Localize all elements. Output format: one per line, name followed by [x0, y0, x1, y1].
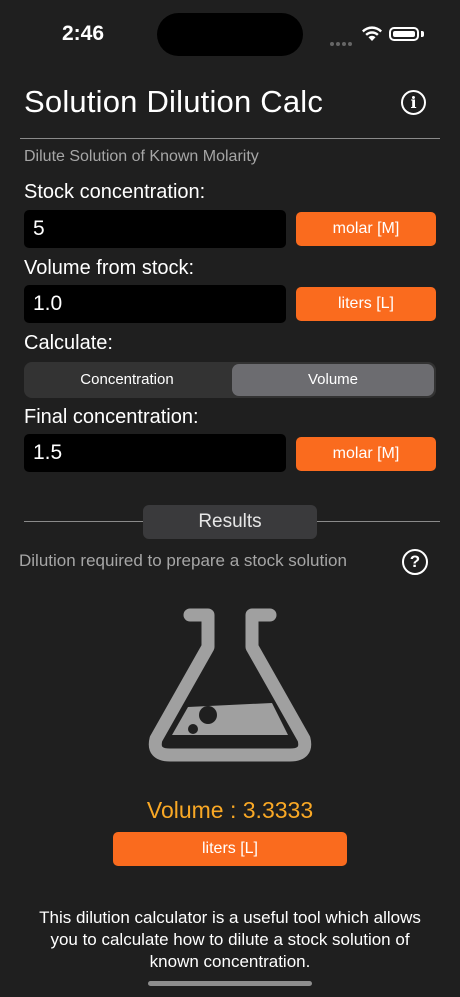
- results-header: Results: [143, 505, 317, 539]
- header-divider: [20, 138, 440, 139]
- results-divider-right: [317, 521, 440, 522]
- stock-unit-button[interactable]: molar [M]: [296, 212, 436, 246]
- volume-from-stock-label: Volume from stock:: [24, 257, 195, 279]
- help-icon[interactable]: ?: [402, 549, 428, 575]
- calculate-segmented-control: Concentration Volume: [24, 362, 436, 398]
- results-description: Dilution required to prepare a stock sol…: [19, 551, 347, 570]
- info-icon[interactable]: i: [401, 90, 426, 115]
- results-divider-left: [24, 521, 143, 522]
- final-unit-button[interactable]: molar [M]: [296, 437, 436, 471]
- result-unit-button[interactable]: liters [L]: [113, 832, 347, 866]
- battery-icon: [389, 27, 419, 41]
- result-value: Volume : 3.3333: [146, 797, 314, 823]
- home-indicator[interactable]: [148, 981, 312, 986]
- stock-concentration-input[interactable]: 5: [24, 210, 286, 248]
- flask-icon: [148, 608, 312, 762]
- status-time: 2:46: [62, 22, 105, 45]
- page-title: Solution Dilution Calc: [24, 84, 324, 119]
- wifi-icon: [362, 26, 382, 41]
- stock-concentration-label: Stock concentration:: [24, 181, 206, 203]
- segment-concentration[interactable]: Concentration: [26, 364, 228, 396]
- segment-volume[interactable]: Volume: [232, 364, 434, 396]
- volume-from-stock-input[interactable]: 1.0: [24, 285, 286, 323]
- dynamic-island: [157, 13, 303, 56]
- volume-unit-button[interactable]: liters [L]: [296, 287, 436, 321]
- cellular-signal-icon: [330, 33, 354, 46]
- calculate-label: Calculate:: [24, 332, 113, 354]
- final-concentration-input[interactable]: 1.5: [24, 434, 286, 472]
- final-concentration-label: Final concentration:: [24, 406, 199, 428]
- battery-tip: [421, 31, 424, 37]
- page-subtitle: Dilute Solution of Known Molarity: [24, 148, 259, 165]
- footer-description: This dilution calculator is a useful too…: [39, 908, 421, 971]
